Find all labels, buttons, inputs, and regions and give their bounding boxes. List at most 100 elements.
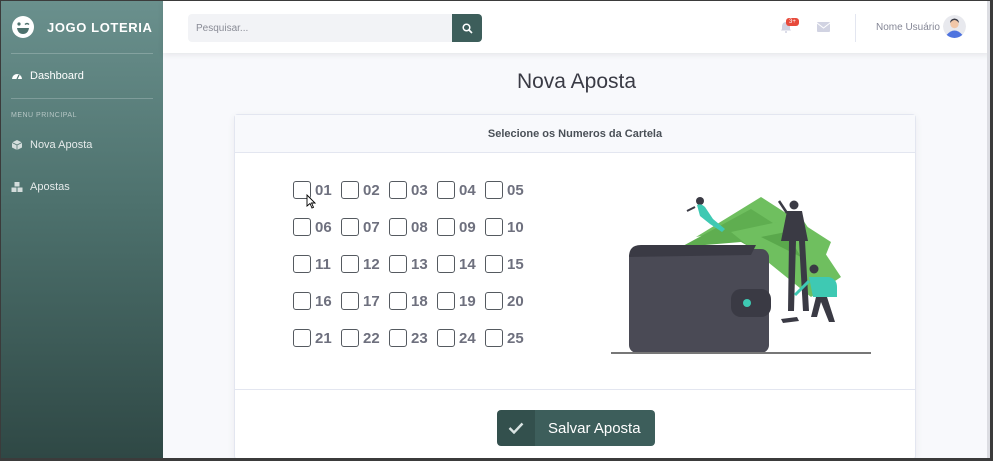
save-bet-label: Salvar Aposta — [548, 419, 641, 437]
user-name[interactable]: Nome Usuário — [876, 22, 940, 33]
number-label: 05 — [507, 181, 524, 199]
number-option[interactable]: 10 — [485, 218, 533, 236]
number-option[interactable]: 17 — [341, 292, 389, 310]
number-label: 06 — [315, 218, 332, 236]
bet-card: Selecione os Numeros da Cartela 01 02 03 04… — [234, 114, 916, 458]
number-option[interactable]: 12 — [341, 255, 389, 273]
number-checkbox[interactable] — [485, 329, 503, 347]
number-option[interactable]: 24 — [437, 329, 485, 347]
cubes-icon — [11, 182, 23, 192]
number-label: 13 — [411, 255, 428, 273]
number-checkbox[interactable] — [485, 181, 503, 199]
number-option[interactable]: 14 — [437, 255, 485, 273]
number-checkbox[interactable] — [389, 292, 407, 310]
number-checkbox[interactable] — [437, 218, 455, 236]
number-checkbox[interactable] — [293, 292, 311, 310]
number-label: 10 — [507, 218, 524, 236]
page-title: Nova Aposta — [516, 70, 637, 93]
number-checkbox[interactable] — [341, 292, 359, 310]
sidebar-item-nova-aposta[interactable]: Nova Aposta — [1, 123, 163, 167]
scrollbar[interactable] — [987, 1, 990, 458]
number-checkbox[interactable] — [341, 255, 359, 273]
search-button[interactable] — [452, 14, 482, 42]
number-checkbox[interactable] — [389, 218, 407, 236]
number-checkbox[interactable] — [437, 329, 455, 347]
number-grid: 01 02 03 04 05 06 07 08 09 10 11 12 13 14 15 16 17 18 19 20… — [293, 181, 533, 347]
number-label: 19 — [459, 292, 476, 310]
number-label: 09 — [459, 218, 476, 236]
brand[interactable]: JOGO LOTERIA — [1, 1, 163, 53]
number-option[interactable]: 07 — [341, 218, 389, 236]
number-option[interactable]: 21 — [293, 329, 341, 347]
search-input[interactable] — [188, 14, 452, 42]
number-option[interactable]: 11 — [293, 255, 341, 273]
number-checkbox[interactable] — [293, 218, 311, 236]
number-option[interactable]: 01 — [293, 181, 341, 199]
number-label: 23 — [411, 329, 428, 347]
number-checkbox[interactable] — [293, 255, 311, 273]
sidebar-heading: MENU PRINCIPAL — [11, 112, 77, 119]
topbar: 3+ Nome Usuário — [163, 1, 990, 53]
number-label: 22 — [363, 329, 380, 347]
number-label: 20 — [507, 292, 524, 310]
number-checkbox[interactable] — [341, 181, 359, 199]
envelope-icon[interactable] — [817, 22, 830, 32]
number-label: 11 — [315, 255, 331, 273]
number-option[interactable]: 04 — [437, 181, 485, 199]
number-option[interactable]: 09 — [437, 218, 485, 236]
number-option[interactable]: 02 — [341, 181, 389, 199]
number-option[interactable]: 03 — [389, 181, 437, 199]
number-checkbox[interactable] — [485, 255, 503, 273]
sidebar: JOGO LOTERIA Dashboard MENU PRINCIPAL No… — [1, 1, 163, 458]
dashboard-icon — [12, 74, 22, 80]
number-label: 02 — [363, 181, 380, 199]
number-option[interactable]: 22 — [341, 329, 389, 347]
number-label: 17 — [363, 292, 380, 310]
number-option[interactable]: 08 — [389, 218, 437, 236]
check-icon — [497, 410, 535, 446]
card-header: Selecione os Numeros da Cartela — [235, 115, 915, 153]
user-avatar[interactable] — [943, 15, 966, 38]
number-checkbox[interactable] — [293, 329, 311, 347]
save-bet-button[interactable]: Salvar Aposta — [497, 410, 655, 446]
sidebar-item-label: Nova Aposta — [30, 139, 93, 151]
number-label: 25 — [507, 329, 524, 347]
number-option[interactable]: 18 — [389, 292, 437, 310]
number-checkbox[interactable] — [389, 181, 407, 199]
topbar-divider — [855, 14, 856, 42]
number-checkbox[interactable] — [437, 181, 455, 199]
number-checkbox[interactable] — [341, 218, 359, 236]
wallet-money-illustration — [611, 197, 871, 354]
mouse-cursor — [306, 194, 316, 209]
number-option[interactable]: 05 — [485, 181, 533, 199]
sidebar-item-apostas[interactable]: Apostas — [1, 165, 163, 209]
sidebar-item-label: Apostas — [30, 181, 70, 193]
number-option[interactable]: 13 — [389, 255, 437, 273]
sidebar-item-label: Dashboard — [30, 70, 84, 82]
brand-title: JOGO LOTERIA — [47, 19, 153, 35]
number-label: 14 — [459, 255, 476, 273]
cube-icon — [11, 140, 23, 150]
number-label: 04 — [459, 181, 476, 199]
alerts-badge: 3+ — [786, 18, 799, 26]
number-option[interactable]: 06 — [293, 218, 341, 236]
number-option[interactable]: 20 — [485, 292, 533, 310]
number-option[interactable]: 16 — [293, 292, 341, 310]
number-checkbox[interactable] — [389, 255, 407, 273]
number-checkbox[interactable] — [485, 218, 503, 236]
number-checkbox[interactable] — [485, 292, 503, 310]
number-checkbox[interactable] — [341, 329, 359, 347]
number-option[interactable]: 15 — [485, 255, 533, 273]
number-checkbox[interactable] — [437, 292, 455, 310]
number-label: 21 — [315, 329, 332, 347]
card-footer-divider — [235, 389, 915, 390]
app-window: JOGO LOTERIA Dashboard MENU PRINCIPAL No… — [1, 1, 990, 458]
number-label: 01 — [315, 181, 332, 199]
number-checkbox[interactable] — [437, 255, 455, 273]
number-checkbox[interactable] — [389, 329, 407, 347]
number-option[interactable]: 25 — [485, 329, 533, 347]
number-option[interactable]: 23 — [389, 329, 437, 347]
search-icon — [461, 22, 473, 34]
number-option[interactable]: 19 — [437, 292, 485, 310]
sidebar-item-dashboard[interactable]: Dashboard — [1, 54, 163, 98]
